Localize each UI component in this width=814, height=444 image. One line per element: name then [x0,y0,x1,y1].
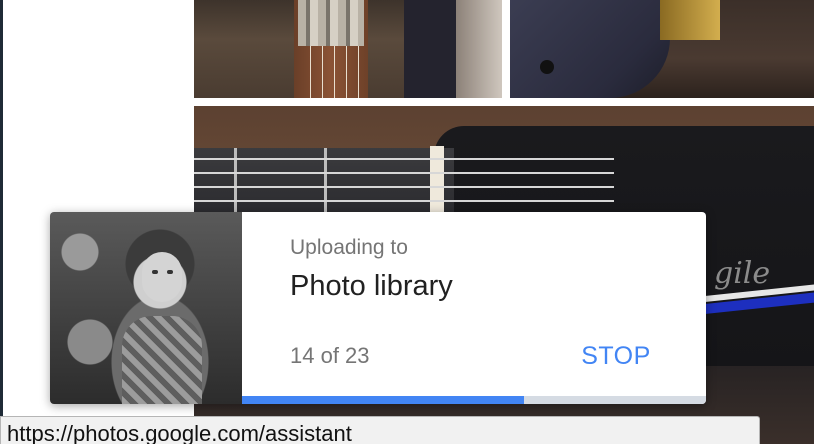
thumbnail-detail [167,270,173,274]
thumbnail-detail [152,270,158,274]
photo-detail [194,158,614,160]
thumbnail-detail [142,252,182,302]
browser-status-bar: https://photos.google.com/assistant [0,416,760,444]
upload-destination: Photo library [290,270,453,302]
photo-detail [298,0,364,46]
photo-detail [510,0,670,98]
upload-status-label: Uploading to [290,236,408,259]
photo-tile-guitar-bridge[interactable] [194,0,502,98]
upload-progress-bar [242,396,706,404]
photo-detail [404,0,464,98]
upload-count: 14 of 23 [290,343,370,368]
photo-detail [540,60,554,74]
status-url: https://photos.google.com/assistant [7,421,352,444]
photo-detail [194,186,614,188]
photo-detail [194,172,614,174]
photos-page: gile Uploading to Photo library 14 of 23… [0,0,814,444]
photo-detail [194,200,614,202]
upload-progress-fill [242,396,525,404]
thumbnail-detail [122,316,202,404]
photo-detail [302,46,362,98]
photo-detail [456,0,502,98]
upload-progress-card: Uploading to Photo library 14 of 23 STOP [50,212,706,404]
stop-upload-button[interactable]: STOP [570,338,662,374]
photo-guitar-logo: gile [714,256,771,291]
photo-detail [660,0,720,40]
photo-tile-guitar-body[interactable] [510,0,814,98]
upload-thumbnail [50,212,242,404]
window-left-edge [0,0,3,444]
